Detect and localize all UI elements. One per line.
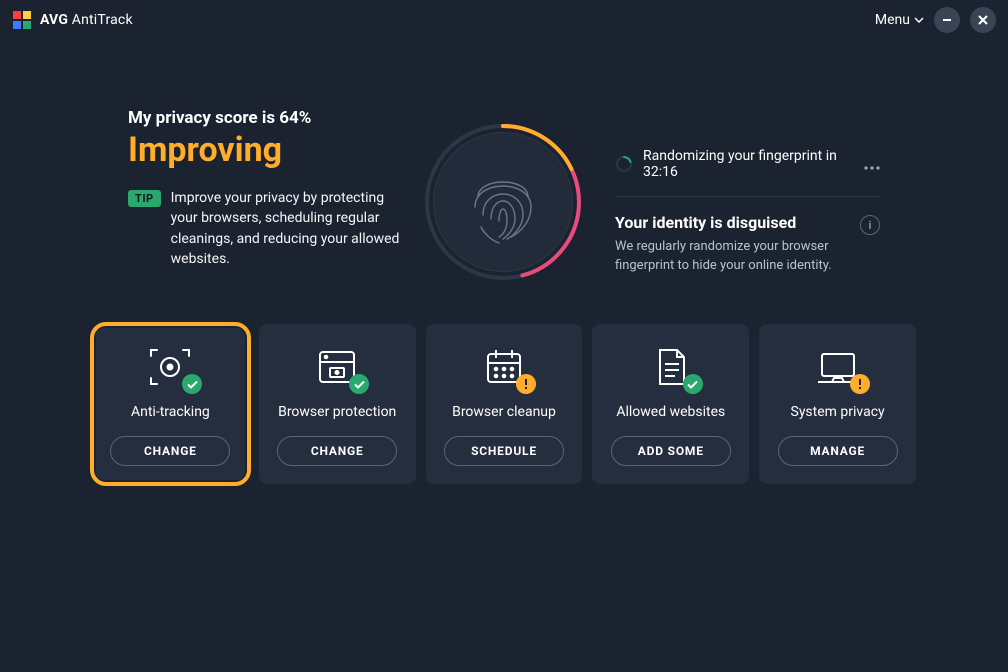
change-button[interactable]: CHANGE: [110, 436, 230, 466]
countdown-text: Randomizing your fingerprint in 32:16: [643, 148, 854, 180]
tip-badge: TIP: [128, 190, 161, 207]
status-warn-icon: [850, 374, 870, 394]
tile-title: System privacy: [791, 404, 885, 420]
menu-dropdown[interactable]: Menu: [875, 12, 924, 28]
title-bar: AVG AntiTrack Menu: [0, 0, 1008, 40]
tile-browser-protection[interactable]: Browser protection CHANGE: [259, 324, 416, 484]
schedule-button[interactable]: SCHEDULE: [444, 436, 564, 466]
identity-description: We regularly randomize your browser fing…: [615, 238, 844, 276]
more-icon[interactable]: [864, 155, 880, 174]
tile-title: Allowed websites: [616, 404, 725, 420]
close-button[interactable]: [970, 7, 996, 33]
privacy-score-line: My privacy score is 64%: [128, 108, 413, 128]
tile-system-privacy[interactable]: System privacy MANAGE: [759, 324, 916, 484]
tile-allowed-websites[interactable]: Allowed websites ADD SOME: [592, 324, 749, 484]
identity-title: Your identity is disguised: [615, 213, 844, 232]
spinner-icon: [615, 155, 633, 173]
tile-browser-cleanup[interactable]: Browser cleanup SCHEDULE: [426, 324, 583, 484]
fingerprint-icon: [463, 157, 543, 247]
tile-anti-tracking[interactable]: Anti-tracking CHANGE: [92, 324, 249, 484]
tile-title: Anti-tracking: [131, 404, 210, 420]
status-warn-icon: [516, 374, 536, 394]
avg-logo-icon: [12, 10, 32, 30]
hero-section: My privacy score is 64% Improving TIP Im…: [0, 40, 1008, 284]
status-ok-icon: [683, 374, 703, 394]
tile-title: Browser protection: [278, 404, 396, 420]
status-ok-icon: [182, 374, 202, 394]
privacy-status: Improving: [128, 130, 413, 170]
app-title: AVG AntiTrack: [40, 12, 133, 28]
add-some-button[interactable]: ADD SOME: [611, 436, 731, 466]
minimize-button[interactable]: [934, 7, 960, 33]
manage-button[interactable]: MANAGE: [778, 436, 898, 466]
status-ok-icon: [349, 374, 369, 394]
chevron-down-icon: [914, 17, 924, 23]
tile-title: Browser cleanup: [452, 404, 556, 420]
change-button[interactable]: CHANGE: [277, 436, 397, 466]
info-icon[interactable]: i: [860, 215, 880, 235]
feature-tiles: Anti-tracking CHANGE Browser protection …: [0, 284, 1008, 484]
tip-text: Improve your privacy by protecting your …: [171, 188, 413, 269]
fingerprint-ring: [421, 120, 585, 284]
